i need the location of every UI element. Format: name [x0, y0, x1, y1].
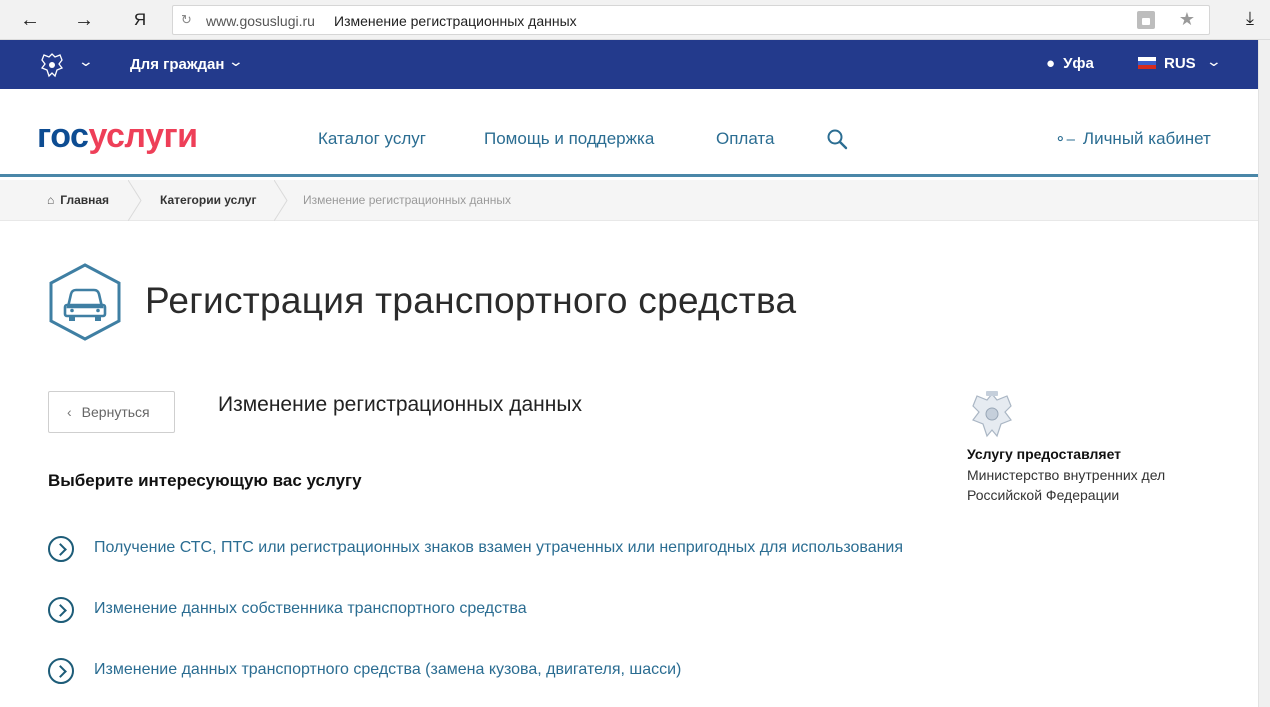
breadcrumb-home[interactable]: ⌂ Главная [47, 193, 109, 207]
site-header: госуслуги Каталог услуг Помощь и поддерж… [0, 89, 1258, 177]
arrow-circle-icon [48, 536, 74, 562]
car-category-icon [49, 263, 121, 341]
search-icon[interactable] [826, 128, 848, 150]
address-page-title: Изменение регистрационных данных [334, 13, 577, 29]
breadcrumb-separator [274, 180, 288, 221]
service-option-label[interactable]: Изменение данных собственника транспортн… [94, 600, 527, 618]
language-chevron-down-icon[interactable]: ⌄ [1206, 53, 1222, 70]
arrow-circle-icon [48, 597, 74, 623]
breadcrumb: ⌂ Главная Категории услуг Изменение регис… [0, 180, 1258, 221]
for-citizens-menu[interactable]: Для граждан [130, 56, 224, 73]
location-pin-icon: ● [1046, 55, 1056, 72]
breadcrumb-current: Изменение регистрационных данных [303, 193, 511, 207]
russian-flag-icon [1138, 57, 1156, 69]
download-icon[interactable]: ⤓ [1238, 8, 1262, 32]
yandex-icon[interactable]: Я [128, 8, 152, 32]
back-button[interactable]: ‹ Вернуться [48, 391, 175, 433]
emblem-chevron-down-icon[interactable]: ⌄ [78, 53, 94, 70]
lock-icon[interactable] [1137, 11, 1155, 29]
service-option[interactable]: Изменение данных транспортного средства … [48, 658, 988, 688]
browser-toolbar: ← → Я ↻ www.gosuslugi.ru Изменение регис… [0, 0, 1270, 40]
forward-arrow-icon[interactable]: → [72, 8, 96, 32]
address-bar[interactable]: ↻ www.gosuslugi.ru Изменение регистрацио… [172, 5, 1210, 35]
city-label: Уфа [1063, 55, 1094, 72]
section-subtitle: Изменение регистрационных данных [218, 393, 582, 416]
breadcrumb-categories[interactable]: Категории услуг [160, 193, 256, 207]
service-option[interactable]: Получение СТС, ПТС или регистрационных з… [48, 536, 988, 566]
reload-icon[interactable]: ↻ [181, 12, 192, 28]
nav-catalog[interactable]: Каталог услуг [318, 129, 426, 149]
choose-service-heading: Выберите интересующую вас услугу [48, 471, 362, 490]
gosuslugi-logo[interactable]: госуслуги [37, 117, 198, 156]
provider-label: Услугу предоставляет [967, 446, 1122, 462]
breadcrumb-separator [128, 180, 142, 221]
bookmark-star-icon[interactable]: ★ [1179, 9, 1195, 30]
city-selector[interactable]: ● Уфа [1046, 55, 1094, 72]
home-icon: ⌂ [47, 193, 55, 207]
nav-payment[interactable]: Оплата [716, 129, 774, 149]
provider-name: Министерство внутренних дел Российской Ф… [967, 467, 1166, 503]
service-option[interactable]: Изменение данных собственника транспортн… [48, 597, 988, 627]
key-icon: ⚬– [1054, 131, 1075, 148]
top-bar: ⌄ Для граждан ⌄ ● Уфа RUS ⌄ [0, 40, 1258, 89]
language-selector[interactable]: RUS [1138, 55, 1196, 72]
citizens-chevron-down-icon[interactable]: ⌄ [228, 53, 244, 70]
personal-cabinet-link[interactable]: ⚬– Личный кабинет [1054, 129, 1211, 149]
language-label: RUS [1164, 55, 1196, 72]
service-option-label[interactable]: Получение СТС, ПТС или регистрационных з… [94, 539, 903, 557]
address-domain: www.gosuslugi.ru [206, 13, 315, 29]
coat-of-arms-icon[interactable] [38, 52, 66, 78]
mvd-emblem-icon [972, 391, 1012, 438]
page-title: Регистрация транспортного средства [145, 280, 797, 321]
breadcrumb-home-label: Главная [60, 193, 110, 207]
cabinet-label: Личный кабинет [1082, 129, 1211, 148]
back-button-label: Вернуться [81, 404, 150, 420]
service-option-label[interactable]: Изменение данных транспортного средства … [94, 661, 681, 679]
arrow-circle-icon [48, 658, 74, 684]
nav-help[interactable]: Помощь и поддержка [484, 129, 654, 149]
scrollbar[interactable] [1258, 40, 1270, 707]
logo-part-gos: гос [37, 117, 89, 155]
logo-part-uslugi: услуги [88, 117, 198, 155]
chevron-left-icon: ‹ [67, 404, 72, 420]
back-arrow-icon[interactable]: ← [18, 8, 42, 32]
